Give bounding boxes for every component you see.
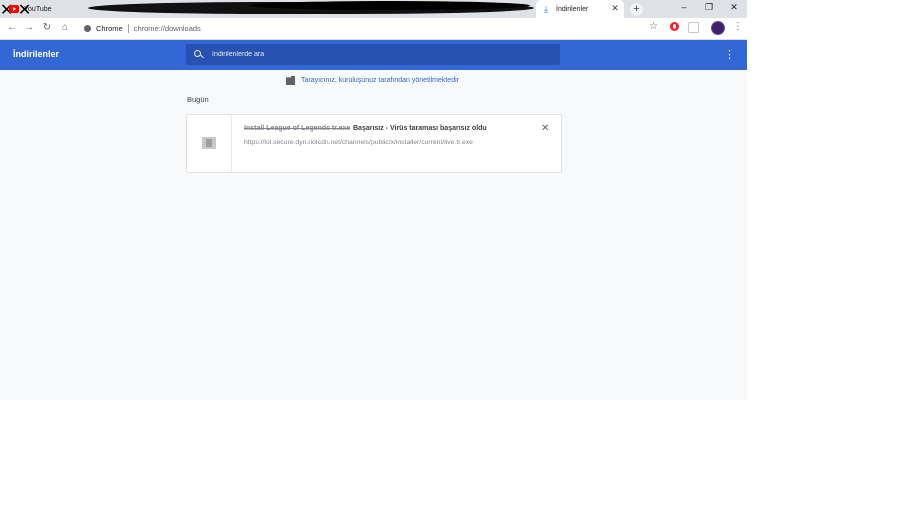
restore-icon[interactable]: ❐: [699, 2, 719, 13]
downloads-header: İndirilenler ⋮: [0, 40, 747, 70]
managed-notice-text: Tarayıcınız, kuruluşunuz tarafından yöne…: [301, 77, 459, 84]
reload-icon[interactable]: ↻: [40, 21, 54, 35]
search-input[interactable]: [212, 51, 532, 58]
url-text: chrome://downloads: [133, 23, 201, 33]
profile-avatar[interactable]: [711, 21, 725, 35]
search-box[interactable]: [186, 44, 560, 65]
file-icon: [202, 137, 216, 149]
redaction-scribble: [250, 1, 530, 10]
close-tab-icon[interactable]: ✕: [610, 3, 620, 14]
managed-notice[interactable]: Tarayıcınız, kuruluşunuz tarafından yöne…: [286, 76, 459, 85]
download-url[interactable]: https://lol.secure.dyn.riotcdn.net/chann…: [244, 139, 473, 146]
download-file-name[interactable]: Install League of Legends tr.exe: [244, 125, 350, 132]
opera-extension-icon[interactable]: [670, 22, 679, 31]
browser-window: YouTube ✕ ✕ ⤓ İndirilenler ✕ + – ❐ ✕ ← →…: [0, 0, 747, 400]
new-tab-button[interactable]: +: [630, 3, 643, 16]
building-icon: [286, 76, 295, 85]
tab-title: YouTube: [24, 5, 52, 13]
forward-icon[interactable]: →: [22, 21, 36, 35]
download-icon: ⤓: [544, 3, 548, 14]
tab-downloads[interactable]: ⤓ İndirilenler ✕: [536, 0, 624, 18]
download-item: Install League of Legends tr.exe Başarıs…: [186, 114, 562, 173]
site-label: Chrome: [96, 23, 123, 33]
minimize-icon[interactable]: –: [674, 2, 694, 12]
page-title: İndirilenler: [13, 49, 60, 59]
back-icon[interactable]: ←: [5, 21, 19, 35]
file-icon-column: [187, 115, 232, 172]
tab-title: İndirilenler: [556, 5, 589, 13]
address-bar[interactable]: Chrome chrome://downloads: [78, 20, 668, 36]
divider: [127, 23, 129, 33]
home-icon[interactable]: ⌂: [58, 21, 72, 35]
extension-icon[interactable]: [688, 22, 699, 33]
date-heading: Bugün: [187, 95, 209, 104]
browser-menu-icon[interactable]: ⋮: [733, 21, 743, 33]
downloads-menu-icon[interactable]: ⋮: [724, 48, 735, 61]
bookmark-star-icon[interactable]: ☆: [649, 21, 658, 32]
download-status: Başarısız - Virüs taraması başarısız old…: [353, 125, 487, 132]
tab-strip: YouTube ✕ ✕ ⤓ İndirilenler ✕ + – ❐ ✕: [0, 0, 747, 19]
chrome-site-icon: [84, 24, 91, 32]
youtube-icon: [9, 5, 19, 13]
remove-download-icon[interactable]: ✕: [541, 123, 549, 134]
tab-youtube[interactable]: YouTube: [4, 0, 90, 18]
close-window-icon[interactable]: ✕: [724, 2, 744, 13]
browser-toolbar: ← → ↻ ⌂ Chrome chrome://downloads ☆ ⋮: [0, 18, 747, 40]
search-icon: [194, 49, 204, 60]
